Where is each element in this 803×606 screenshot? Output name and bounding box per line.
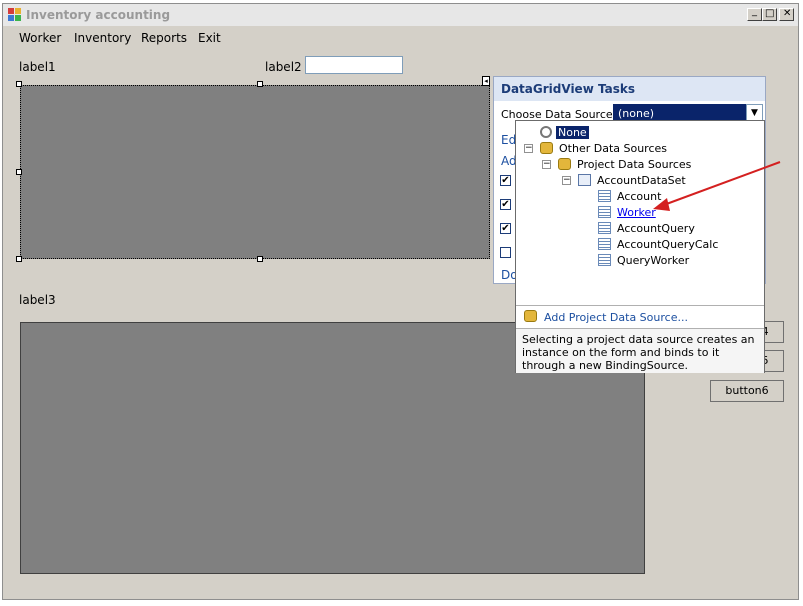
dataset-icon [578,174,591,186]
enable-reordering-checkbox[interactable] [500,247,511,258]
enable-adding-checkbox[interactable]: ✔ [500,175,511,186]
minimize-icon: _ [752,6,757,17]
table-icon [598,206,611,218]
tasks-header: DataGridView Tasks [494,77,765,101]
database-icon [540,142,553,154]
smart-tag-glyph[interactable]: ◂ [482,76,490,86]
menu-bar: Worker Inventory Reports Exit [3,26,798,48]
menu-reports[interactable]: Reports [141,31,187,45]
data-grid-view-1[interactable] [20,85,490,259]
title-bar: Inventory accounting _ □ ✕ [3,4,798,26]
divider [516,305,764,306]
menu-worker[interactable]: Worker [19,31,61,45]
minimize-button[interactable]: _ [747,6,762,21]
main-window: Inventory accounting _ □ ✕ Worker Invent… [2,3,799,600]
window-title: Inventory accounting [26,8,171,22]
table-icon [598,254,611,266]
collapse-icon[interactable]: − [562,176,571,185]
maximize-icon: □ [765,8,775,19]
menu-exit[interactable]: Exit [198,31,221,45]
text-input[interactable] [305,56,403,74]
add-project-data-source-link[interactable]: Add Project Data Source... [544,311,688,324]
app-icon [8,8,21,21]
tasks-title: DataGridView Tasks [501,82,635,96]
resize-handle[interactable] [16,256,22,262]
enable-editing-checkbox[interactable]: ✔ [500,199,511,210]
collapse-icon[interactable]: − [542,160,551,169]
resize-handle[interactable] [257,81,263,87]
popup-description: Selecting a project data source creates … [516,328,764,373]
label1: label1 [19,60,56,74]
resize-handle[interactable] [257,256,263,262]
menu-inventory[interactable]: Inventory [74,31,131,45]
label2: label2 [265,60,302,74]
table-icon [598,238,611,250]
label3: label3 [19,293,56,307]
table-icon [598,190,611,202]
collapse-icon[interactable]: − [524,144,533,153]
add-datasource-icon [524,310,537,322]
database-icon [558,158,571,170]
resize-handle[interactable] [16,169,22,175]
none-icon [540,126,552,138]
close-button[interactable]: ✕ [779,8,794,21]
table-icon [598,222,611,234]
data-source-popup: None − Other Data Sources − Project Data… [515,120,765,373]
enable-deleting-checkbox[interactable]: ✔ [500,223,511,234]
resize-handle[interactable] [16,81,22,87]
button6[interactable]: button6 [710,380,784,402]
maximize-button[interactable]: □ [762,8,777,21]
dropdown-value: (none) [618,107,655,120]
close-icon: ✕ [783,8,792,19]
